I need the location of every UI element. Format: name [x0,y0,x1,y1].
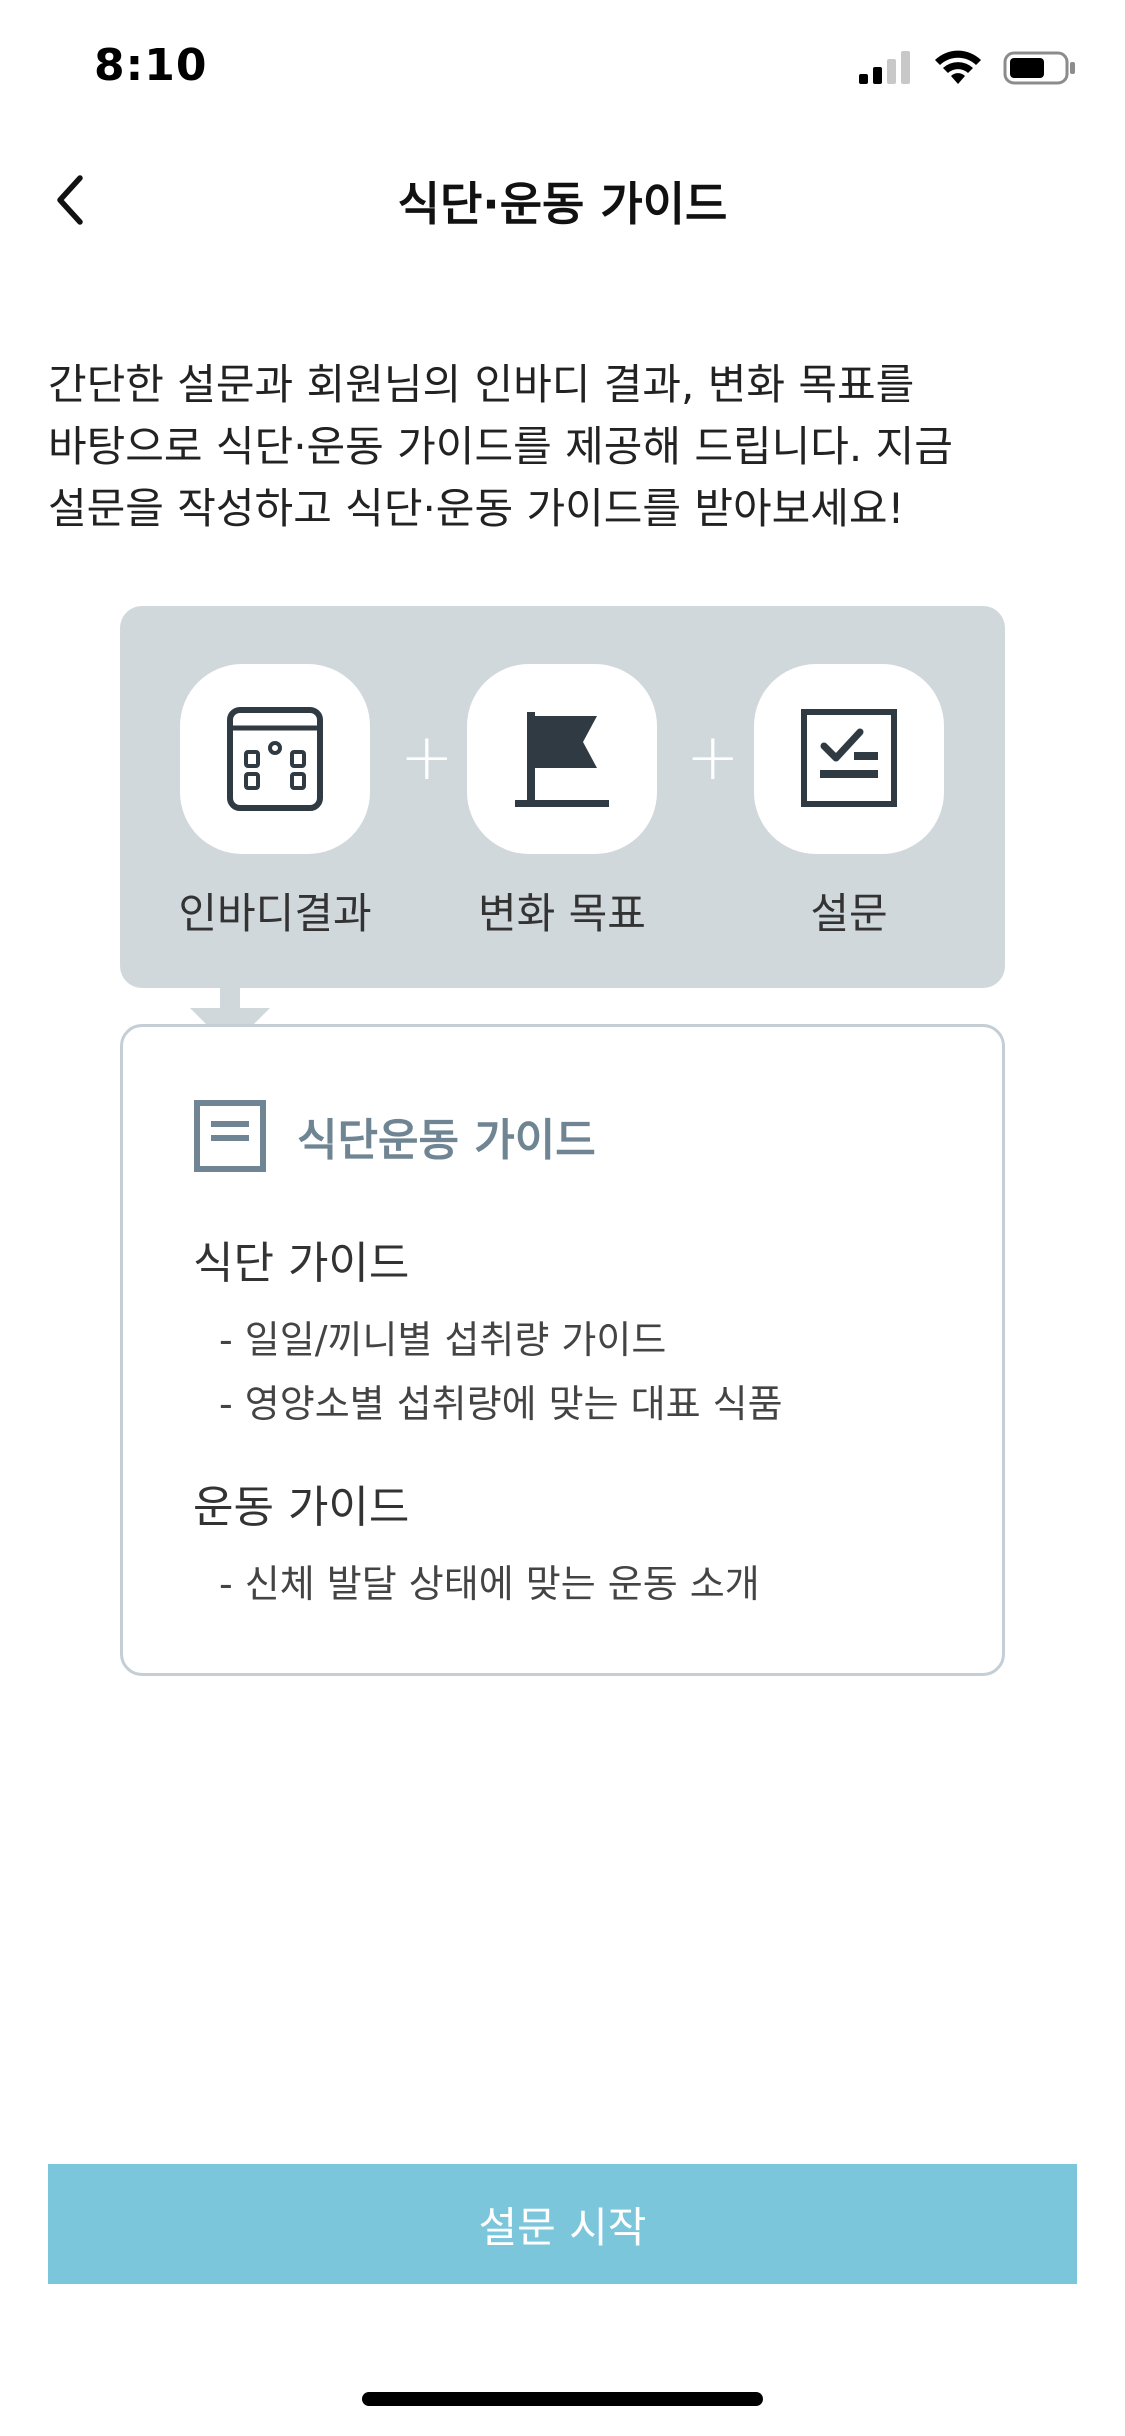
source-tile [754,664,944,854]
source-label: 인바디결과 [178,889,372,938]
status-time: 8:10 [94,40,208,91]
status-icons [857,50,1077,86]
status-bar: 8:10 [0,0,1125,140]
guide-card-header: 식단운동 가이드 [193,1099,596,1173]
intro-text: 간단한 설문과 회원님의 인바디 결과, 변화 목표를 바탕으로 식단·운동 가… [48,360,953,533]
signal-icon [859,51,910,84]
source-tile [180,664,370,854]
header: 식단·운동 가이드 [0,140,1125,260]
diet-bullet: - 일일/끼니별 섭취량 가이드 [219,1318,667,1362]
document-icon [194,1100,266,1172]
plus-sign: + [400,721,454,795]
home-indicator [362,2392,763,2406]
battery-icon [1003,51,1075,85]
diet-guide-title: 식단 가이드 [193,1238,410,1289]
plus-sign: + [686,721,740,795]
guide-title: 식단운동 가이드 [297,1115,596,1166]
source-item-inbody: 인바디결과 [178,664,372,941]
source-tile [467,664,657,854]
exercise-guide-title: 운동 가이드 [193,1482,410,1533]
page-title: 식단·운동 가이드 [397,177,728,231]
source-item-survey: 설문 [754,664,944,941]
inbody-device-icon [227,707,323,811]
guide-card: 식단운동 가이드 식단 가이드 - 일일/끼니별 섭취량 가이드 - 영양소별 … [120,1024,1005,1676]
wifi-icon [935,50,981,84]
start-survey-button[interactable]: 설문 시작 [48,2164,1077,2284]
source-label: 변화 목표 [478,889,646,938]
exercise-bullet: - 신체 발달 상태에 맞는 운동 소개 [219,1562,760,1606]
checklist-icon [801,709,897,807]
flag-icon [515,712,609,807]
source-label: 설문 [810,889,888,938]
diet-bullet: - 영양소별 섭취량에 맞는 대표 식품 [219,1382,783,1426]
panel-pointer-stem [220,986,240,1010]
source-item-goal: 변화 목표 [467,664,657,941]
sources-panel: 인바디결과 + 변화 목표 + 설문 [120,606,1005,1048]
